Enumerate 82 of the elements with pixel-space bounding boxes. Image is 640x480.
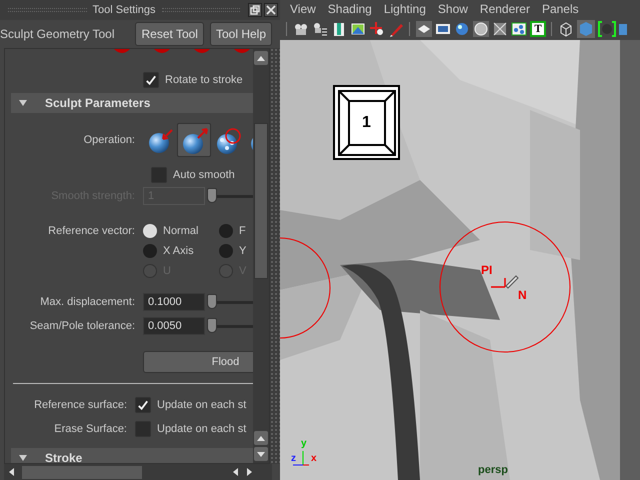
panel-title: Tool Settings <box>92 2 156 18</box>
field-label: Erase Surface: <box>53 422 128 437</box>
image-icon[interactable] <box>350 21 366 37</box>
checkbox[interactable] <box>135 421 151 437</box>
tool-name: Sculpt Geometry Tool <box>0 26 116 43</box>
menu-item[interactable]: Show <box>432 0 474 18</box>
cursor-label: N <box>518 287 527 304</box>
menu-item[interactable]: Renderer <box>474 0 536 18</box>
operation-button[interactable] <box>177 123 211 157</box>
menu-item[interactable]: Shading <box>322 0 378 18</box>
brush-cursor-icon <box>490 275 519 289</box>
number-field[interactable]: 0.0050 <box>143 317 205 335</box>
checkbox-label: Update on each st <box>157 422 246 437</box>
field-label: Reference vector: <box>47 224 136 239</box>
pull-sphere-icon <box>180 126 208 154</box>
bookmark-icon[interactable] <box>331 21 347 37</box>
axis-label: y <box>301 437 307 451</box>
camera-list-icon[interactable] <box>312 21 328 37</box>
checkbox-label: Auto smooth <box>173 168 235 183</box>
section-header[interactable]: Sculpt Parameters <box>11 93 253 113</box>
tool-button[interactable]: Reset Tool <box>135 22 204 46</box>
up-arrow-icon <box>257 56 265 60</box>
smooth-sphere-icon <box>214 126 242 154</box>
checkbox[interactable] <box>143 72 159 88</box>
radio-label: Y <box>239 244 246 259</box>
key-number: 1 <box>362 112 371 132</box>
field-label: Max. displacement: <box>39 294 136 310</box>
radio-button[interactable] <box>143 224 157 238</box>
clipped-icon <box>193 49 211 55</box>
axis-label: x <box>311 452 317 466</box>
field-label: Seam/Pole tolerance: <box>28 318 136 334</box>
axis-label: z <box>291 452 296 466</box>
clipped-icon <box>153 49 171 55</box>
up-arrow-icon <box>257 436 265 440</box>
radio-label: F <box>239 224 246 239</box>
radio-label: Normal <box>163 224 198 239</box>
clipped-icon <box>113 49 131 55</box>
circle-icon[interactable] <box>473 21 489 37</box>
cursor-label: PI <box>481 262 492 279</box>
section-header[interactable]: Stroke <box>11 448 253 463</box>
menu-item[interactable]: View <box>284 0 322 18</box>
field-label: Reference surface: <box>33 398 128 413</box>
scroll-up-button[interactable] <box>254 51 268 65</box>
resize-handle[interactable] <box>270 48 280 464</box>
down-arrow-icon <box>257 452 265 456</box>
number-field[interactable]: 0.1000 <box>143 293 205 311</box>
radio-button[interactable] <box>219 224 233 238</box>
right-arrow-icon <box>246 468 252 476</box>
menu-item[interactable]: Panels <box>536 0 585 18</box>
flood-button[interactable]: Flood <box>143 351 253 373</box>
dots-icon[interactable] <box>511 21 527 37</box>
field-label: Operation: <box>82 132 136 148</box>
camera-icon[interactable] <box>293 21 309 37</box>
radio-label: X Axis <box>163 244 194 259</box>
checkbox-label: Rotate to stroke <box>165 72 243 88</box>
scrollbar-thumb[interactable] <box>254 123 268 279</box>
text-tool-button[interactable]: T <box>530 21 546 37</box>
wireframe-icon[interactable] <box>492 21 508 37</box>
checkbox[interactable] <box>135 397 151 413</box>
camera-label: persp <box>478 463 508 478</box>
scroll-down-button[interactable] <box>254 447 268 461</box>
close-icon <box>266 5 276 15</box>
bracket-sphere-icon[interactable] <box>598 20 616 38</box>
menu-item[interactable]: Lighting <box>378 0 432 18</box>
sphere-icon[interactable] <box>454 21 470 37</box>
wire-cube-icon[interactable] <box>558 21 574 37</box>
tool-button[interactable]: Tool Help <box>210 22 272 46</box>
left-arrow-icon <box>8 468 14 476</box>
radio-button[interactable] <box>219 244 233 258</box>
slider-thumb[interactable] <box>207 318 217 332</box>
float-icon <box>250 5 260 15</box>
scrollbar-thumb[interactable] <box>22 466 142 478</box>
checkbox-label: Update on each st <box>157 398 246 413</box>
axis-icon <box>292 450 310 466</box>
float-button[interactable] <box>248 3 262 17</box>
clipped-icon <box>233 49 251 55</box>
scroll-up-button[interactable] <box>254 431 268 445</box>
left-arrow-icon <box>232 468 238 476</box>
close-button[interactable] <box>264 3 278 17</box>
slider-thumb[interactable] <box>207 294 217 308</box>
radio-button[interactable] <box>143 244 157 258</box>
checkbox[interactable] <box>151 167 167 183</box>
